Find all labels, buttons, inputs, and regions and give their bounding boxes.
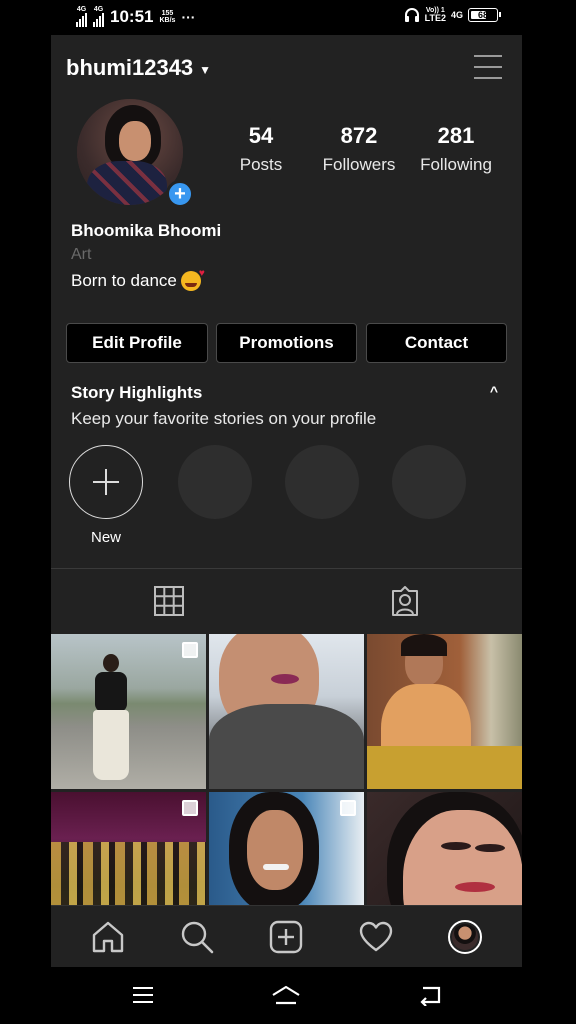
search-icon	[181, 921, 214, 953]
tab-grid[interactable]	[51, 569, 286, 633]
signal-2: 4G	[93, 6, 104, 27]
story-highlights-subtitle: Keep your favorite stories on your profi…	[71, 409, 377, 428]
promotions-button[interactable]: Promotions	[216, 323, 357, 363]
status-left: 4G 4G 10:51 155 KB/s ···	[76, 6, 195, 27]
home-icon	[92, 921, 123, 952]
followers-count: 872	[340, 123, 378, 148]
tagged-person-icon	[391, 586, 418, 616]
bottom-navigation	[51, 905, 522, 967]
new-highlight-label: New	[90, 529, 121, 546]
new-highlight-button[interactable]	[69, 445, 143, 519]
smiling-face-with-hearts-emoji-icon	[180, 268, 205, 291]
add-post-icon	[270, 920, 303, 953]
posts-label: Posts	[239, 155, 283, 174]
multiple-photos-icon	[340, 800, 356, 816]
system-navigation-bar	[0, 968, 576, 1024]
net-type: 4G	[450, 10, 463, 20]
nav-profile[interactable]	[440, 912, 490, 962]
back-button[interactable]	[410, 980, 450, 1010]
menu-icon	[133, 987, 153, 1003]
story-highlights-title: Story Highlights	[71, 383, 203, 402]
battery-icon: 68	[468, 8, 501, 22]
multiple-photos-icon	[182, 642, 198, 658]
profile-category: Art	[71, 246, 92, 263]
stat-posts[interactable]: 54 Posts	[236, 123, 286, 175]
grid-icon	[153, 586, 184, 616]
following-count: 281	[437, 123, 475, 148]
signal-bars-icon	[76, 13, 87, 27]
chevron-down-icon: ▼	[199, 62, 212, 77]
headphones-icon	[404, 8, 419, 22]
edit-profile-button[interactable]: Edit Profile	[66, 323, 208, 363]
bio: Born to dance	[71, 268, 205, 291]
bio-text: Born to dance	[71, 271, 177, 290]
plus-icon	[93, 469, 119, 495]
nav-search[interactable]	[172, 912, 222, 962]
status-time: 10:51	[110, 6, 154, 26]
highlight-placeholder	[178, 445, 252, 519]
instagram-profile-screen: bhumi12343 ▼ + 54 Posts 872 Followers 28…	[51, 35, 522, 967]
stat-following[interactable]: 281 Following	[413, 123, 499, 175]
signal-2-label: 4G	[93, 6, 104, 13]
multiple-photos-icon	[182, 800, 198, 816]
followers-label: Followers	[322, 155, 396, 174]
highlight-placeholder	[285, 445, 359, 519]
profile-tabs	[51, 569, 522, 633]
volte-line-2: LTE2	[424, 13, 446, 23]
posts-count: 54	[248, 123, 274, 148]
full-name: Bhoomika Bhoomi	[71, 221, 222, 240]
more-notifications-icon: ···	[181, 8, 196, 25]
add-story-plus-icon[interactable]: +	[166, 180, 194, 208]
signal-1-label: 4G	[76, 6, 87, 13]
profile-avatar-icon	[448, 919, 483, 954]
heart-icon	[359, 921, 393, 951]
following-label: Following	[420, 155, 492, 174]
speed-unit: KB/s	[159, 16, 176, 24]
back-icon	[420, 986, 441, 1006]
status-right: Vo)) 1 LTE2 4G 68	[404, 7, 501, 23]
highlight-placeholder	[392, 445, 466, 519]
home-button[interactable]	[266, 980, 306, 1010]
stat-followers[interactable]: 872 Followers	[316, 123, 402, 175]
hamburger-menu-icon[interactable]	[474, 55, 502, 79]
system-home-icon	[272, 985, 300, 1005]
contact-button[interactable]: Contact	[366, 323, 507, 363]
volte-indicator: Vo)) 1 LTE2	[425, 7, 446, 23]
post-thumbnail[interactable]	[367, 634, 522, 789]
nav-new-post[interactable]	[261, 912, 311, 962]
status-bar: 4G 4G 10:51 155 KB/s ··· Vo)) 1 LTE2 4G …	[0, 0, 576, 34]
collapse-caret-icon[interactable]: ^	[490, 383, 498, 399]
nav-home[interactable]	[83, 912, 133, 962]
post-thumbnail[interactable]	[51, 634, 206, 789]
recent-apps-button[interactable]	[123, 980, 163, 1010]
post-thumbnail[interactable]	[209, 634, 364, 789]
username: bhumi12343	[66, 55, 194, 80]
signal-1: 4G	[76, 6, 87, 27]
network-speed: 155 KB/s	[159, 10, 175, 24]
battery-level: 68	[477, 10, 488, 20]
tab-tagged[interactable]	[287, 569, 522, 633]
signal-bars-icon	[93, 13, 104, 27]
account-switcher[interactable]: bhumi12343 ▼	[66, 55, 211, 81]
top-bar: bhumi12343 ▼	[51, 35, 522, 99]
nav-activity[interactable]	[351, 912, 401, 962]
speed-value: 155	[161, 9, 174, 17]
